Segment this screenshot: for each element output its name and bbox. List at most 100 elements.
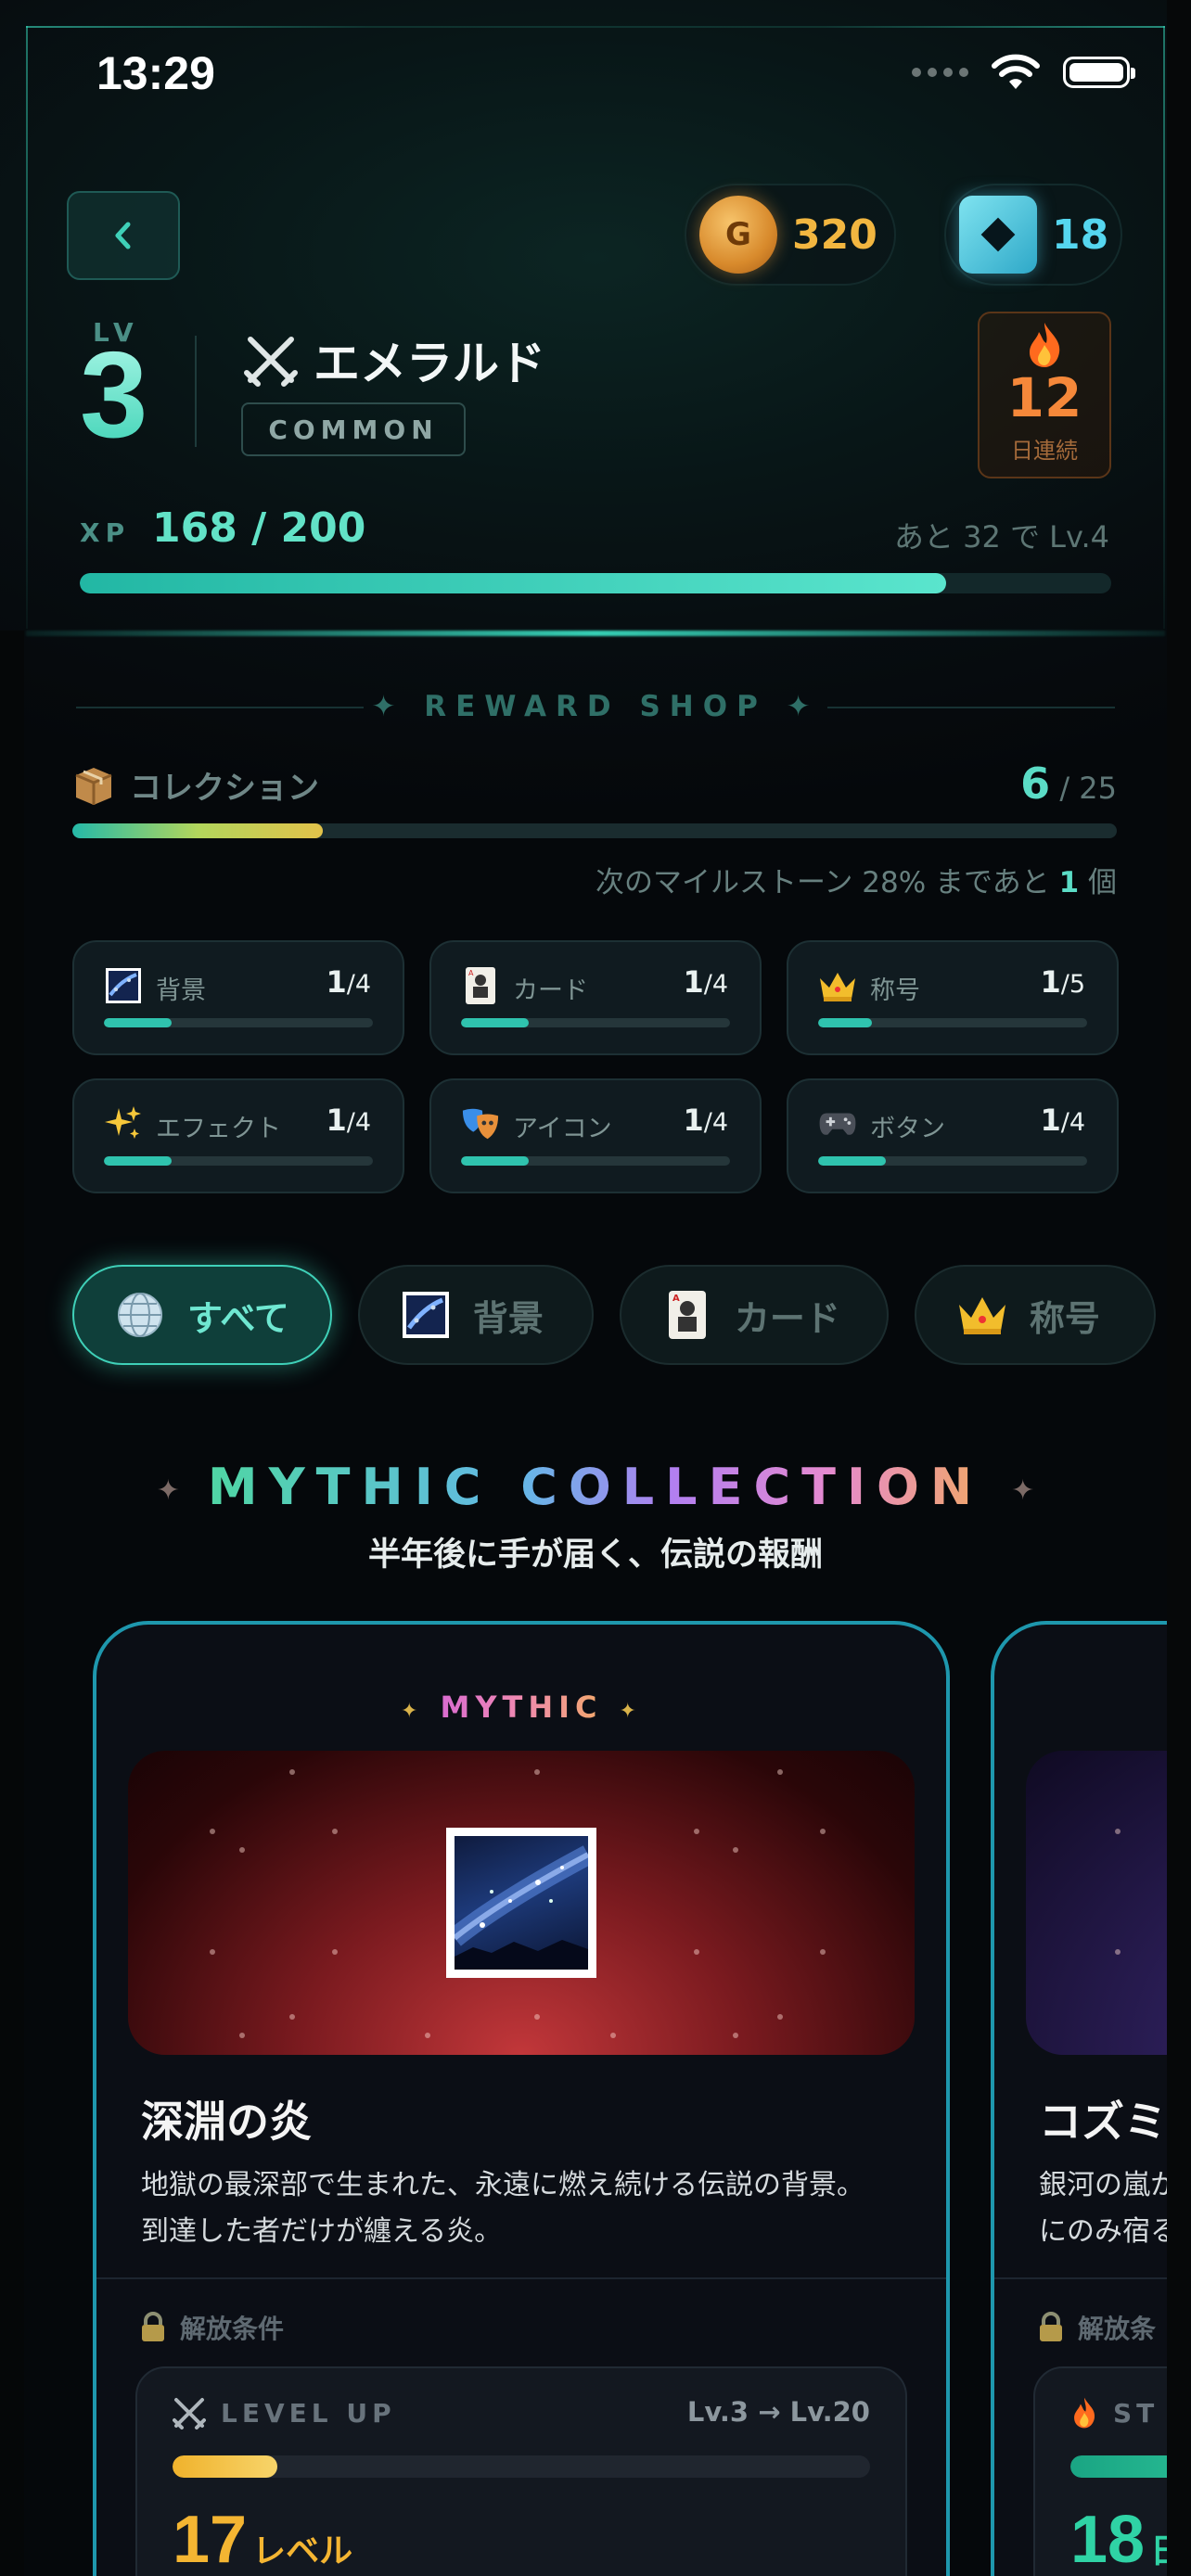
- unlock-condition-box: LEVEL UP Lv.3 → Lv.20 17 レベル: [135, 2366, 907, 2576]
- category-total: /5: [1060, 970, 1085, 999]
- lock-icon: [1040, 2312, 1062, 2341]
- collection-progress-fill: [72, 823, 324, 838]
- mythic-card[interactable]: ✦ MYTHIC ✦ 深淵の炎 地獄の最深部で生まれた、永遠に燃え続ける伝説の背…: [93, 1621, 950, 2576]
- lock-icon: [142, 2312, 164, 2341]
- category-count: 1/4: [683, 964, 728, 1000]
- milestone-prefix: 次のマイルストーン 28% まであと: [595, 866, 1050, 899]
- level-divider: [195, 336, 197, 447]
- category-progress-fill: [818, 1018, 872, 1027]
- category-progress-bar: [104, 1018, 373, 1027]
- gem-balance[interactable]: 18: [944, 184, 1122, 286]
- sparkles-icon: [104, 1104, 143, 1143]
- card-icon: A: [662, 1290, 712, 1340]
- mythic-card[interactable]: コズミ 銀河の嵐か にのみ宿る 解放条 ST 18日: [991, 1621, 1191, 2576]
- gem-icon: [959, 196, 1037, 274]
- unlock-condition-label: 解放条: [1037, 2309, 1156, 2346]
- filter-tabs: すべて 背景 A カード 称号: [72, 1265, 1156, 1365]
- xp-progress-fill: [80, 573, 947, 593]
- svg-text:A: A: [468, 969, 474, 977]
- collection-progress-bar: [72, 823, 1117, 838]
- svg-text:A: A: [672, 1294, 680, 1304]
- card-title: コズミ: [1039, 2097, 1167, 2147]
- crown-icon: [818, 966, 857, 1005]
- category-total: /4: [346, 1108, 371, 1137]
- category-count: 1/4: [683, 1103, 728, 1138]
- category-progress-bar: [818, 1156, 1087, 1166]
- category-count: 1/4: [326, 964, 371, 1000]
- unlock-condition-text: 解放条件: [180, 2314, 285, 2344]
- tab-title[interactable]: 称号: [914, 1265, 1156, 1365]
- collection-owned: 6: [1020, 759, 1051, 809]
- milestone-count: 1: [1058, 866, 1080, 899]
- category-count: 1/4: [1040, 1103, 1085, 1138]
- card-title: 深淵の炎: [141, 2097, 312, 2147]
- tab-card[interactable]: A カード: [619, 1265, 889, 1365]
- category-grid: 背景 1/4 A カード 1/4 称号 1/5 エフェクト 1/4 アイコン 1…: [72, 940, 1119, 1193]
- unlock-condition-text: 解放条: [1078, 2314, 1157, 2344]
- wifi-icon: [992, 54, 1040, 89]
- image-icon: [401, 1290, 451, 1340]
- category-count: 1/4: [326, 1103, 371, 1138]
- condition-progress-fill: [173, 2455, 277, 2478]
- right-edge-shade: [1167, 0, 1191, 2576]
- globe-icon: [115, 1290, 165, 1340]
- category-card-title[interactable]: 称号 1/5: [787, 940, 1119, 1055]
- category-total: /4: [346, 970, 371, 999]
- category-progress-fill: [461, 1018, 529, 1027]
- card-artwork: [128, 1751, 915, 2055]
- status-time: 13:29: [96, 47, 215, 99]
- category-card-effect[interactable]: エフェクト 1/4: [72, 1078, 404, 1193]
- category-name: ボタン: [870, 1115, 945, 1143]
- category-name: 背景: [156, 976, 206, 1005]
- tab-background[interactable]: 背景: [357, 1265, 594, 1365]
- tab-label: カード: [734, 1297, 840, 1339]
- star-icon: ✦: [619, 1700, 642, 1723]
- image-icon: [104, 966, 143, 1005]
- category-progress-bar: [461, 1156, 730, 1166]
- xp-value: 168 / 200: [152, 504, 366, 552]
- category-card-card[interactable]: A カード 1/4: [429, 940, 762, 1055]
- tab-label: すべて: [187, 1297, 289, 1339]
- category-owned: 1: [1040, 1103, 1061, 1138]
- collection-count: 6 / 25: [1020, 759, 1117, 809]
- category-name: アイコン: [513, 1115, 612, 1143]
- gold-coin-icon: G: [699, 196, 777, 274]
- gamepad-icon: [818, 1104, 857, 1143]
- collection-label-text: コレクション: [130, 770, 319, 807]
- reward-shop-title: ✦ REWARD SHOP ✦: [371, 690, 820, 723]
- status-icons: [912, 54, 1135, 91]
- milestone-text: 次のマイルストーン 28% まであと 1 個: [596, 859, 1117, 900]
- left-edge-shade: [0, 631, 24, 2576]
- flame-icon: [1074, 2397, 1095, 2429]
- condition-type-text: LEVEL UP: [221, 2397, 396, 2429]
- tab-all[interactable]: すべて: [72, 1265, 332, 1365]
- category-progress-fill: [818, 1156, 886, 1166]
- category-progress-bar: [461, 1018, 730, 1027]
- rank-name: エメラルド: [243, 326, 545, 393]
- category-total: /4: [1060, 1108, 1085, 1137]
- collection-label: コレクション: [72, 762, 319, 808]
- streak-badge[interactable]: 12 日連続: [978, 312, 1111, 478]
- category-owned: 1: [683, 1103, 704, 1138]
- tab-label: 背景: [472, 1297, 544, 1339]
- category-progress-fill: [104, 1156, 172, 1166]
- frame-top-edge: [26, 26, 1165, 28]
- gold-balance[interactable]: G 320: [685, 184, 896, 286]
- card-icon: A: [461, 966, 500, 1005]
- signal-icon: [912, 68, 968, 77]
- xp-next-level: あと 32 で Lv.4: [893, 519, 1109, 555]
- category-card-button[interactable]: ボタン 1/4: [787, 1078, 1119, 1193]
- condition-remaining: 17 レベル: [173, 2502, 352, 2576]
- category-name: 称号: [870, 976, 920, 1005]
- star-icon: ✦: [401, 1700, 424, 1723]
- card-tier-text: MYTHIC: [440, 1690, 603, 1725]
- category-owned: 1: [326, 1103, 347, 1138]
- category-card-background[interactable]: 背景 1/4: [72, 940, 404, 1055]
- collection-total: / 25: [1059, 771, 1117, 806]
- crown-icon: [957, 1290, 1007, 1340]
- category-card-icon[interactable]: アイコン 1/4: [429, 1078, 762, 1193]
- box-icon: [75, 767, 112, 805]
- back-button[interactable]: [67, 191, 180, 280]
- category-progress-bar: [818, 1018, 1087, 1027]
- category-progress-bar: [104, 1156, 373, 1166]
